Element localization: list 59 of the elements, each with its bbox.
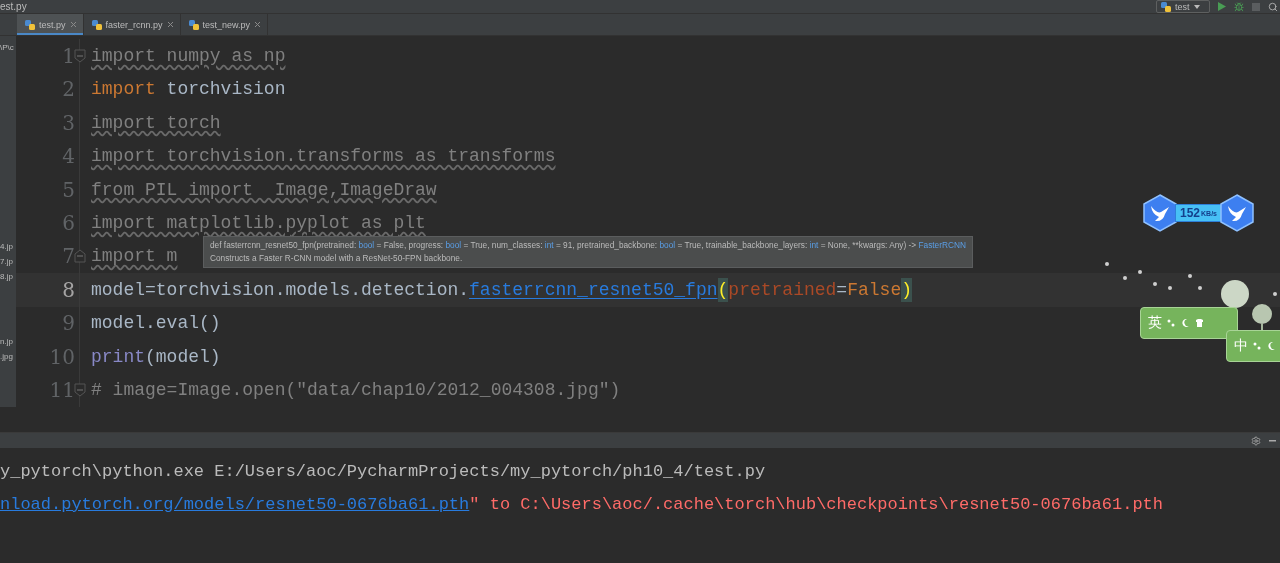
line-number: 2 <box>61 77 75 102</box>
minimize-icon[interactable] <box>1269 439 1276 442</box>
code-line: import torch <box>91 111 221 135</box>
code-line: # image=Image.open("data/chap10/2012_004308.jpg") <box>91 379 621 403</box>
settings-icon[interactable] <box>1251 435 1261 446</box>
code-line: import m <box>91 245 178 269</box>
code-line: from PIL import Image,ImageDraw <box>91 178 437 202</box>
project-item[interactable]: n.jp <box>0 334 16 349</box>
line-number: 7 <box>61 244 75 269</box>
project-item[interactable]: 7.jp <box>0 254 16 269</box>
run-config-dropdown[interactable]: test <box>1156 0 1210 13</box>
python-icon <box>91 19 102 30</box>
code-line: model.eval() <box>91 312 221 336</box>
line-number: 1 <box>61 43 75 68</box>
description-text: Constructs a Faster R-CNN model with a ResNet-50-FPN backbone. <box>210 253 464 264</box>
moon-icon[interactable] <box>1181 318 1190 328</box>
punctuation-icon[interactable] <box>1167 318 1176 328</box>
signature-text: def fasterrcnn_resnet50_fpn(pretrained: bool = False, progress: bool = True, num_classes: int = 91, pretrained_backbone: bool = True, trainable_backbone_layers: int = None, **kwargs: Any) -> FasterRCNN <box>210 240 966 251</box>
code-line: import torchvision <box>91 78 286 102</box>
fold-icon[interactable] <box>74 249 86 264</box>
punctuation-icon[interactable] <box>1253 341 1262 351</box>
close-icon[interactable] <box>69 21 77 28</box>
search-icon[interactable] <box>1268 1 1278 12</box>
code-line: print(model) <box>91 345 221 369</box>
editor-tab[interactable]: test.py <box>17 14 84 35</box>
line-number: 9 <box>61 311 75 336</box>
project-item[interactable]: 4.jp <box>0 239 16 254</box>
line-number: 6 <box>61 211 75 235</box>
line-number: 8 <box>61 277 75 302</box>
code-line: model=torchvision.models.detection.fasterrcnn_resnet50_fpn(pretrained=False) <box>91 277 912 302</box>
project-item[interactable]: .jpg <box>0 349 16 364</box>
run-icon[interactable] <box>1218 2 1226 11</box>
code-line: import numpy as np <box>91 44 286 68</box>
bird-icon <box>1143 194 1177 232</box>
debug-icon[interactable] <box>1234 1 1244 12</box>
fold-icon[interactable] <box>74 383 86 398</box>
fold-icon[interactable] <box>74 48 86 63</box>
console-line: nload.pytorch.org/models/resnet50-0676ba61.pth" to C:\Users\aoc/.cache\torch\hub\checkpoints\resnet50-0676ba61.pth <box>0 494 1164 516</box>
close-icon[interactable] <box>166 21 174 28</box>
close-icon[interactable] <box>254 21 262 28</box>
line-number: 3 <box>61 110 75 135</box>
line-number: 10 <box>48 344 75 369</box>
code-line: import matplotlib.pyplot as plt <box>91 212 426 235</box>
project-item[interactable]: 8.jp <box>0 269 16 284</box>
moon-icon[interactable] <box>1267 341 1276 351</box>
caret-icon <box>1193 4 1200 9</box>
project-item[interactable]: \P\c <box>0 40 16 55</box>
python-icon <box>25 19 35 30</box>
line-number: 4 <box>61 144 75 169</box>
line-number: 5 <box>61 177 75 202</box>
window-title: est.py <box>0 0 27 13</box>
console-line: y_pytorch\python.exe E:/Users/aoc/PycharmProjects/my_pytorch/ph10_4/test.py <box>0 461 767 483</box>
line-number: 11 <box>48 378 75 403</box>
shirt-icon[interactable] <box>1195 318 1204 328</box>
python-icon <box>1161 1 1171 12</box>
stop-icon[interactable] <box>1252 2 1260 11</box>
code-line: import torchvision.transforms as transforms <box>91 145 556 169</box>
python-icon <box>188 19 199 30</box>
bird-icon <box>1220 194 1254 232</box>
